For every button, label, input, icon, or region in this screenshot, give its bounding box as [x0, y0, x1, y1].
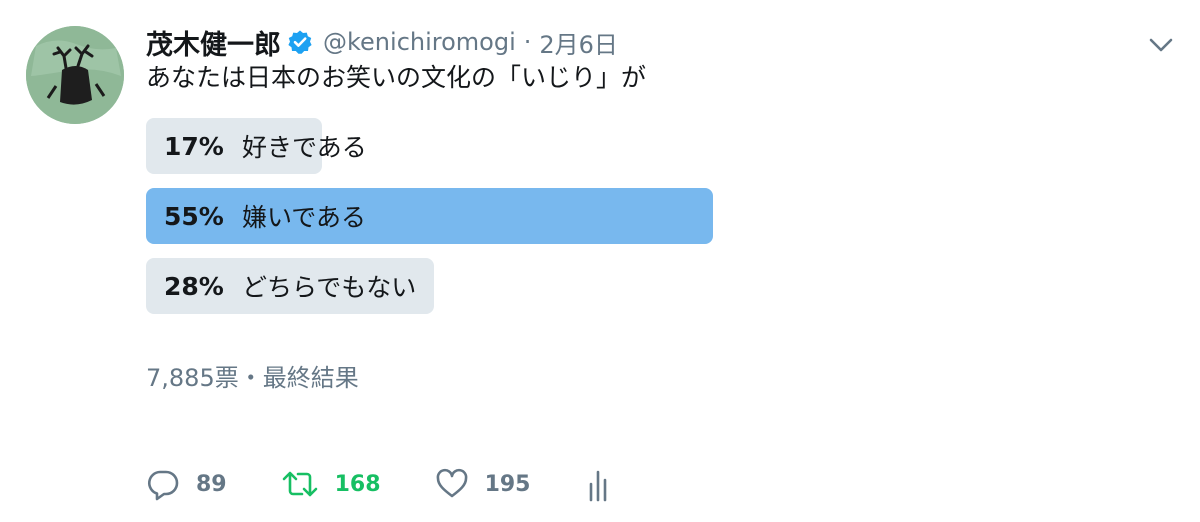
author-handle[interactable]: @kenichiromogi	[323, 28, 516, 56]
poll: 17% 好きである 55% 嫌いである 28% どちらでもない	[146, 118, 746, 328]
poll-label: 28% どちらでもない	[164, 258, 416, 314]
heart-icon	[436, 468, 467, 498]
like-button[interactable]: 195	[435, 467, 531, 501]
poll-label: 55% 嫌いである	[164, 188, 366, 244]
retweet-count: 168	[334, 471, 381, 497]
poll-choice: どちらでもない	[242, 273, 417, 302]
poll-percent: 17%	[164, 131, 224, 161]
tweet-header: 茂木健一郎 @kenichiromogi · 2月6日	[146, 22, 618, 62]
tweet-actions: 89 168 195	[146, 462, 669, 506]
retweet-icon	[282, 471, 317, 497]
retweet-button[interactable]: 168	[281, 467, 381, 501]
poll-option: 17% 好きである	[146, 118, 746, 174]
analytics-button[interactable]	[585, 466, 615, 502]
author-name[interactable]: 茂木健一郎	[146, 23, 281, 62]
header-separator: ·	[523, 28, 532, 56]
poll-option: 55% 嫌いである	[146, 188, 746, 244]
reply-button[interactable]: 89	[146, 467, 227, 501]
chevron-down-icon[interactable]	[1146, 30, 1176, 60]
poll-label: 17% 好きである	[164, 118, 367, 174]
poll-percent: 55%	[164, 201, 224, 231]
reply-count: 89	[196, 471, 227, 497]
poll-vote-summary: 7,885票・最終結果	[146, 364, 359, 392]
avatar[interactable]	[26, 26, 124, 124]
poll-percent: 28%	[164, 271, 224, 301]
poll-choice: 好きである	[242, 133, 367, 162]
poll-choice: 嫌いである	[242, 203, 367, 232]
like-count: 195	[484, 471, 531, 497]
reply-icon	[148, 470, 179, 501]
poll-option: 28% どちらでもない	[146, 258, 746, 314]
analytics-icon	[589, 470, 606, 502]
avatar-image	[26, 26, 124, 124]
tweet-card: 茂木健一郎 @kenichiromogi · 2月6日 あなたは日本のお笑いの文…	[0, 0, 1200, 522]
tweet-date[interactable]: 2月6日	[539, 25, 618, 60]
tweet-text: あなたは日本のお笑いの文化の「いじり」が	[146, 63, 647, 92]
verified-badge-icon	[287, 29, 313, 55]
